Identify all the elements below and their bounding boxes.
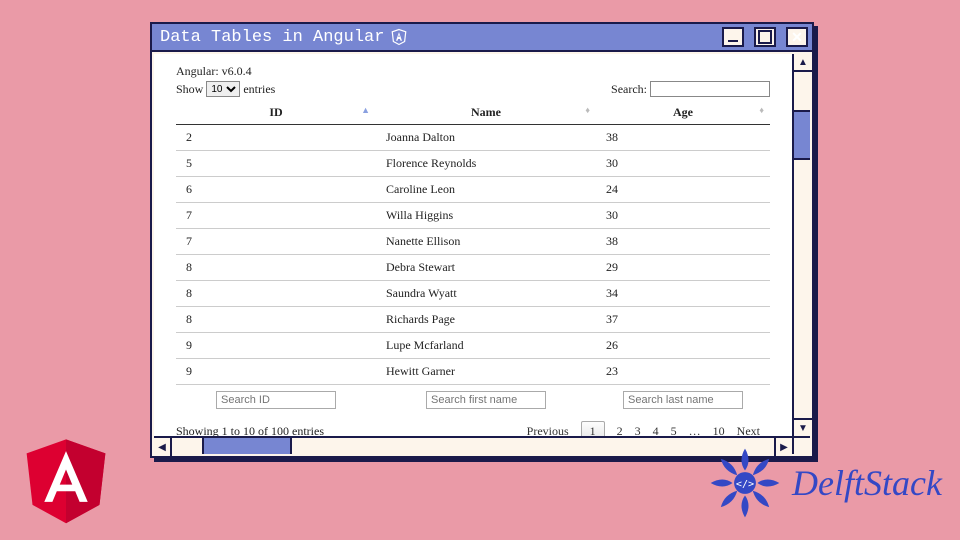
show-label-post: entries [243, 82, 275, 97]
table-row: 8Richards Page37 [176, 307, 770, 333]
cell-name: Joanna Dalton [376, 125, 596, 151]
cell-id: 5 [176, 151, 376, 177]
cell-name: Richards Page [376, 307, 596, 333]
search-label: Search: [611, 82, 647, 97]
vertical-scroll-thumb[interactable] [794, 110, 810, 160]
table-row: 7Nanette Ellison38 [176, 229, 770, 255]
footer-search-id[interactable] [216, 391, 336, 409]
cell-name: Caroline Leon [376, 177, 596, 203]
footer-search-first[interactable] [426, 391, 546, 409]
data-table: ID▲ Name♦ Age♦ 2Joanna Dalton385Florence… [176, 101, 770, 413]
delftstack-brand: </> DelftStack [706, 444, 942, 522]
table-row: 2Joanna Dalton38 [176, 125, 770, 151]
cell-age: 37 [596, 307, 770, 333]
cell-id: 8 [176, 281, 376, 307]
cell-age: 34 [596, 281, 770, 307]
entries-select[interactable]: 10 [206, 81, 240, 97]
cell-age: 38 [596, 125, 770, 151]
cell-name: Hewitt Garner [376, 359, 596, 385]
col-header-age[interactable]: Age♦ [596, 101, 770, 125]
col-header-id[interactable]: ID▲ [176, 101, 376, 125]
cell-name: Florence Reynolds [376, 151, 596, 177]
cell-age: 30 [596, 203, 770, 229]
footer-search-last[interactable] [623, 391, 743, 409]
cell-id: 8 [176, 255, 376, 281]
table-row: 5Florence Reynolds30 [176, 151, 770, 177]
cell-name: Saundra Wyatt [376, 281, 596, 307]
cell-age: 23 [596, 359, 770, 385]
cell-id: 2 [176, 125, 376, 151]
cell-id: 6 [176, 177, 376, 203]
pager-page-4[interactable]: 4 [653, 424, 659, 436]
window-close-button[interactable]: ✕ [786, 27, 808, 47]
pager-page-10[interactable]: 10 [713, 424, 725, 436]
pagination: Previous 12345 … 10 Next [324, 421, 770, 436]
window-minimize-button[interactable] [722, 27, 744, 47]
cell-age: 26 [596, 333, 770, 359]
content-area: Angular: v6.0.4 Show 10 entries Search: … [154, 54, 792, 436]
show-label-pre: Show [176, 82, 203, 97]
cell-name: Nanette Ellison [376, 229, 596, 255]
delftstack-logo-icon: </> [706, 444, 784, 522]
delftstack-text: DelftStack [792, 462, 942, 504]
col-header-name[interactable]: Name♦ [376, 101, 596, 125]
cell-id: 9 [176, 333, 376, 359]
scroll-up-icon[interactable]: ▲ [794, 54, 812, 72]
cell-age: 38 [596, 229, 770, 255]
cell-name: Willa Higgins [376, 203, 596, 229]
sort-both-icon: ♦ [585, 105, 590, 115]
angular-logo-icon [20, 430, 112, 526]
cell-age: 30 [596, 151, 770, 177]
pager-page-2[interactable]: 2 [617, 424, 623, 436]
table-row: 7Willa Higgins30 [176, 203, 770, 229]
svg-text:</>: </> [736, 479, 754, 490]
pager-page-3[interactable]: 3 [635, 424, 641, 436]
horizontal-scrollbar[interactable]: ◀ ▶ [154, 436, 792, 454]
titlebar: Data Tables in Angular ✕ [152, 24, 812, 52]
sort-asc-icon: ▲ [361, 105, 370, 115]
search-input[interactable] [650, 81, 770, 97]
framework-version: Angular: v6.0.4 [176, 64, 770, 79]
angular-shield-icon [390, 28, 408, 46]
window-maximize-button[interactable] [754, 27, 776, 47]
table-row: 9Lupe Mcfarland26 [176, 333, 770, 359]
pager-ellipsis: … [689, 424, 701, 436]
cell-age: 24 [596, 177, 770, 203]
horizontal-scroll-thumb[interactable] [202, 438, 292, 454]
table-row: 6Caroline Leon24 [176, 177, 770, 203]
table-row: 9Hewitt Garner23 [176, 359, 770, 385]
table-row: 8Saundra Wyatt34 [176, 281, 770, 307]
cell-name: Lupe Mcfarland [376, 333, 596, 359]
pager-next[interactable]: Next [737, 424, 760, 436]
pager-page-1[interactable]: 1 [581, 421, 605, 436]
cell-age: 29 [596, 255, 770, 281]
table-row: 8Debra Stewart29 [176, 255, 770, 281]
pager-previous[interactable]: Previous [527, 424, 569, 436]
scroll-left-icon[interactable]: ◀ [154, 438, 172, 456]
vertical-scrollbar[interactable]: ▲ ▼ [792, 54, 810, 436]
cell-id: 7 [176, 203, 376, 229]
cell-name: Debra Stewart [376, 255, 596, 281]
table-info: Showing 1 to 10 of 100 entries [176, 424, 324, 436]
cell-id: 7 [176, 229, 376, 255]
sort-both-icon: ♦ [759, 105, 764, 115]
cell-id: 9 [176, 359, 376, 385]
app-window: Data Tables in Angular ✕ Angular: v6.0.4… [150, 22, 814, 458]
cell-id: 8 [176, 307, 376, 333]
scroll-down-icon[interactable]: ▼ [794, 418, 812, 436]
window-title: Data Tables in Angular [160, 28, 384, 47]
pager-page-5[interactable]: 5 [671, 424, 677, 436]
